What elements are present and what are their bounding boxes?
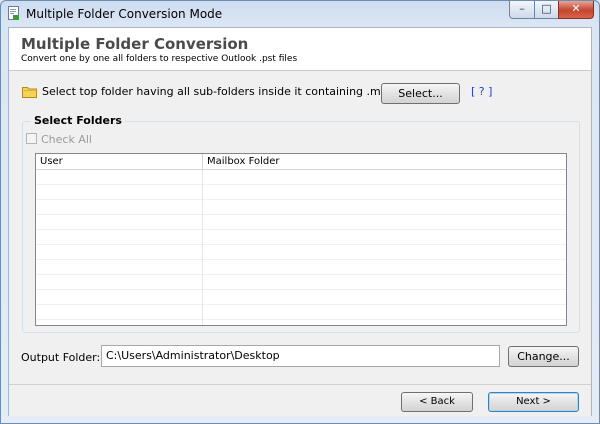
select-folder-button[interactable]: Select... [381,83,460,104]
column-divider [202,170,203,325]
app-icon [8,6,19,20]
check-all-label: Check All [41,133,92,146]
folder-list-header: User Mailbox Folder [36,154,566,170]
wizard-header: Multiple Folder Conversion Convert one b… [9,28,591,71]
minimize-icon: – [519,2,525,15]
folder-list-rows [36,170,566,325]
select-folder-instruction: Select top folder having all sub-folders… [42,85,420,98]
close-icon: ✕ [571,2,581,15]
change-output-button[interactable]: Change... [508,346,579,367]
window-title: Multiple Folder Conversion Mode [26,7,223,21]
close-button[interactable]: ✕ [558,1,594,19]
dialog-client-area: Multiple Folder Conversion Convert one b… [8,27,592,416]
app-window: Multiple Folder Conversion Mode – □ ✕ Mu… [0,0,600,424]
select-folders-label: Select Folders [31,114,125,127]
page-subtitle: Convert one by one all folders to respec… [21,54,298,64]
output-folder-field[interactable]: C:\Users\Administrator\Desktop [101,345,500,367]
output-folder-label: Output Folder: [21,351,101,364]
maximize-button[interactable]: □ [534,1,559,19]
next-button[interactable]: Next > [488,392,579,412]
page-title: Multiple Folder Conversion [21,35,249,53]
column-header-mailbox-folder[interactable]: Mailbox Folder [203,154,566,169]
column-header-user[interactable]: User [36,154,203,169]
check-all-checkbox[interactable] [26,133,37,144]
back-button[interactable]: < Back [401,392,473,412]
help-link[interactable]: [ ? ] [471,85,492,98]
maximize-icon: □ [541,2,552,15]
folder-list[interactable]: User Mailbox Folder [35,153,567,326]
title-bar[interactable]: Multiple Folder Conversion Mode – □ ✕ [1,1,599,27]
minimize-button[interactable]: – [509,1,535,19]
folder-icon [22,87,37,98]
